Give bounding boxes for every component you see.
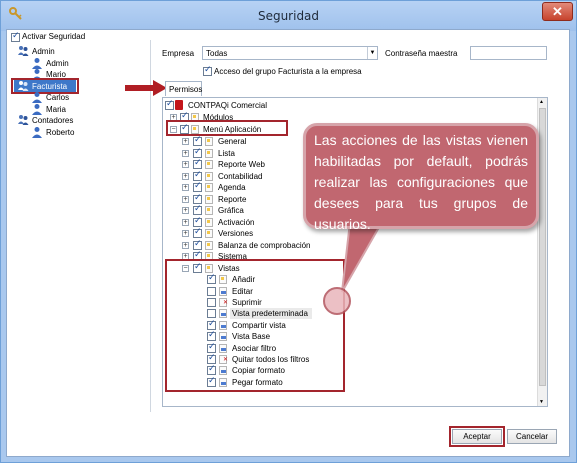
group-icon — [18, 115, 29, 125]
accept-highlight-box — [449, 426, 505, 447]
callout-bubble: Las acciones de las vistas vienen habili… — [303, 123, 539, 232]
empresa-label: Empresa — [162, 49, 195, 58]
tree-item-contabilidad[interactable]: Contabilidad — [218, 172, 262, 181]
tree-root-checkbox[interactable] — [165, 99, 174, 110]
node-icon — [205, 149, 213, 158]
expand-icon[interactable]: + — [182, 138, 189, 145]
scroll-up-icon[interactable]: ▲ — [539, 99, 544, 105]
item-checkbox[interactable] — [193, 158, 202, 169]
node-icon — [205, 218, 213, 227]
item-checkbox[interactable] — [193, 147, 202, 158]
user-roberto[interactable]: Roberto — [46, 128, 74, 137]
node-icon — [205, 229, 213, 238]
tree-item-agenda[interactable]: Agenda — [218, 183, 246, 192]
tree-item-balanza[interactable]: Balanza de comprobación — [218, 241, 311, 250]
acceso-checkbox[interactable] — [203, 65, 212, 76]
contpaqi-logo-icon — [175, 100, 183, 110]
group-contadores[interactable]: Contadores — [32, 116, 73, 125]
expand-icon[interactable]: + — [182, 219, 189, 226]
window-title: Seguridad — [257, 9, 320, 23]
item-checkbox[interactable] — [193, 204, 202, 215]
tree-item-reporte-web[interactable]: Reporte Web — [218, 160, 265, 169]
cancel-button[interactable]: Cancelar — [507, 429, 557, 444]
item-checkbox[interactable] — [193, 239, 202, 250]
tree-item-versiones[interactable]: Versiones — [218, 229, 253, 238]
tree-item-lista[interactable]: Lista — [218, 149, 235, 158]
node-icon — [205, 195, 213, 204]
node-icon — [205, 241, 213, 250]
close-button[interactable]: ✕ — [542, 2, 573, 21]
scroll-thumb[interactable] — [539, 108, 546, 386]
node-icon — [205, 137, 213, 146]
red-arrow-icon — [125, 80, 167, 96]
tree-item-reporte[interactable]: Reporte — [218, 195, 246, 204]
item-checkbox[interactable] — [193, 170, 202, 181]
item-checkbox[interactable] — [193, 181, 202, 192]
tree-item-general[interactable]: General — [218, 137, 246, 146]
activar-seguridad-checkbox[interactable] — [11, 31, 20, 42]
expand-icon[interactable]: + — [182, 207, 189, 214]
title-bar: Seguridad ✕ — [1, 1, 576, 31]
expand-icon[interactable]: + — [182, 230, 189, 237]
item-checkbox[interactable] — [193, 216, 202, 227]
empresa-value: Todas — [206, 49, 228, 58]
expand-icon[interactable]: + — [182, 161, 189, 168]
password-field[interactable] — [470, 46, 547, 60]
facturista-highlight-box — [11, 78, 79, 94]
node-icon — [205, 160, 213, 169]
group-icon — [18, 46, 29, 56]
user-carlos[interactable]: Carlos — [46, 93, 69, 102]
vistas-highlight-box — [165, 259, 345, 392]
chevron-down-icon[interactable]: ▼ — [367, 47, 377, 59]
tree-item-activacion[interactable]: Activación — [218, 218, 254, 227]
group-admin[interactable]: Admin — [32, 47, 55, 56]
user-icon — [32, 104, 42, 115]
user-maria[interactable]: Maria — [46, 105, 66, 114]
expand-icon[interactable]: + — [182, 184, 189, 191]
expand-icon[interactable]: + — [182, 196, 189, 203]
item-checkbox[interactable] — [193, 135, 202, 146]
empresa-select[interactable]: Todas ▼ — [202, 46, 378, 60]
node-icon — [205, 183, 213, 192]
expand-icon[interactable]: + — [182, 150, 189, 157]
item-checkbox[interactable] — [193, 193, 202, 204]
node-icon — [205, 206, 213, 215]
user-icon — [32, 127, 42, 138]
tree-item-grafica[interactable]: Gráfica — [218, 206, 244, 215]
user-admin[interactable]: Admin — [46, 59, 69, 68]
item-checkbox[interactable] — [193, 227, 202, 238]
acceso-label: Acceso del grupo Facturista a la empresa — [214, 67, 362, 76]
password-label: Contraseña maestra — [385, 49, 458, 58]
node-icon — [205, 172, 213, 181]
tab-permisos[interactable]: Permisos — [165, 81, 202, 96]
user-icon — [32, 92, 42, 103]
tree-root-label: CONTPAQi Comercial — [188, 101, 267, 110]
activar-seguridad-label: Activar Seguridad — [22, 32, 86, 41]
scroll-down-icon[interactable]: ▼ — [539, 399, 544, 405]
menu-highlight-box — [166, 120, 288, 136]
callout-text: Las acciones de las vistas vienen habili… — [314, 132, 528, 232]
expand-icon[interactable]: + — [182, 173, 189, 180]
expand-icon[interactable]: + — [182, 242, 189, 249]
